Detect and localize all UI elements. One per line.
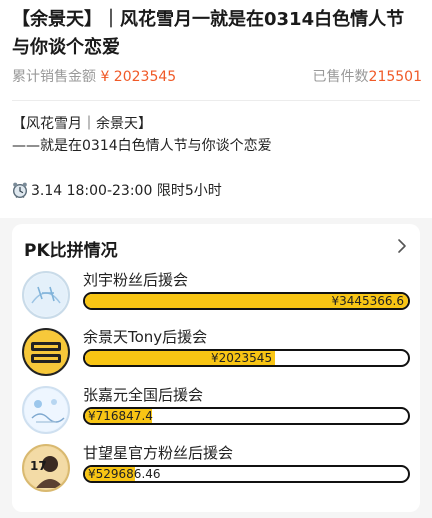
pk-team-row: 余景天Tony后援会 ¥2023545	[22, 326, 412, 378]
team-amount: ¥2023545	[211, 351, 273, 365]
description-line-2: ——就是在0314白色情人节与你谈个恋爱	[12, 138, 272, 154]
product-header-card: 【余景天】｜风花雪月一就是在0314白色情人节与你谈个恋爱 累计销售金额 ¥ 2…	[0, 0, 432, 218]
team-name: 张嘉元全国后援会	[83, 386, 204, 404]
team-amount: ¥3445366.6	[331, 294, 404, 308]
avatar-logo-icon	[25, 331, 67, 373]
product-description: 【风花雪月｜余景天】 ——就是在0314白色情人节与你谈个恋爱	[12, 113, 422, 157]
sold-count: 已售件数215501	[313, 66, 422, 86]
team-avatar	[22, 386, 70, 434]
avatar-image-icon	[25, 274, 67, 316]
team-avatar: 17	[22, 444, 70, 492]
team-name: 刘宇粉丝后援会	[83, 271, 189, 289]
team-name: 甘望星官方粉丝后援会	[83, 444, 234, 462]
team-amount: ¥716847.4	[88, 409, 153, 423]
event-time: 3.14 18:00-23:00 限时5小时	[12, 178, 222, 202]
team-name: 余景天Tony后援会	[83, 328, 208, 346]
chevron-right-icon[interactable]	[396, 238, 408, 254]
pk-team-row: 17 甘望星官方粉丝后援会 ¥529686.46	[22, 442, 412, 494]
team-progress-bar: ¥529686.46	[83, 465, 410, 483]
alarm-clock-icon	[12, 182, 28, 199]
team-avatar	[22, 328, 70, 376]
pk-card[interactable]: PK比拼情况 刘宇粉丝后援会 ¥3445366.6 余景天Tony后援会 ¥20…	[12, 224, 420, 512]
sold-count-label: 已售件数	[312, 69, 369, 85]
pk-title: PK比拼情况	[24, 241, 118, 261]
svg-text:17: 17	[30, 459, 47, 473]
team-amount: ¥529686.46	[88, 467, 161, 481]
team-progress-bar: ¥716847.4	[83, 407, 410, 425]
pk-team-row: 刘宇粉丝后援会 ¥3445366.6	[22, 269, 412, 321]
avatar-photo-icon: 17	[25, 447, 67, 489]
team-progress-bar: ¥3445366.6	[83, 292, 410, 310]
sales-stats: 累计销售金额 ¥ 2023545 已售件数215501	[12, 66, 422, 90]
product-title: 【余景天】｜风花雪月一就是在0314白色情人节与你谈个恋爱	[12, 9, 405, 58]
team-progress-bar: ¥2023545	[83, 349, 410, 367]
sold-count-value: 215501	[368, 69, 422, 85]
total-sales-value: ¥ 2023545	[100, 69, 177, 85]
event-time-text: 3.14 18:00-23:00 限时5小时	[31, 183, 222, 199]
divider	[12, 100, 420, 101]
team-avatar	[22, 271, 70, 319]
description-line-1: 【风花雪月｜余景天】	[12, 116, 152, 132]
total-sales: 累计销售金额 ¥ 2023545	[12, 66, 176, 86]
total-sales-label: 累计销售金额	[12, 69, 96, 85]
avatar-image-icon	[25, 389, 67, 431]
pk-team-row: 张嘉元全国后援会 ¥716847.4	[22, 384, 412, 436]
